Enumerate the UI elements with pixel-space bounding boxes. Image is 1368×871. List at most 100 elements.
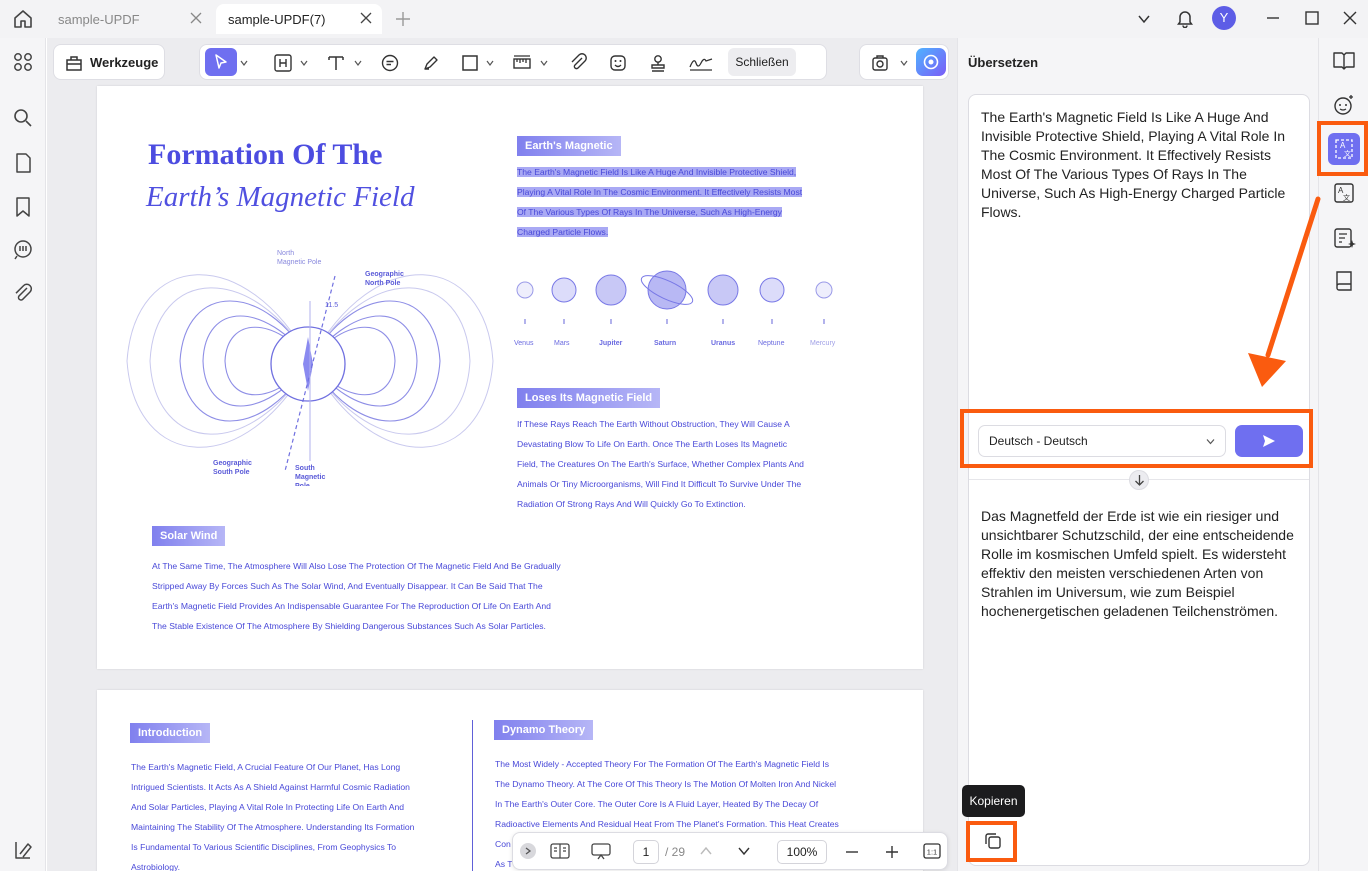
swap-direction-button[interactable] <box>1129 470 1149 490</box>
highlighter-icon[interactable] <box>421 53 441 73</box>
svg-text:South Pole: South Pole <box>213 469 250 476</box>
paragraph-line: Intrigued Scientists. It Acts As A Shiel… <box>131 782 410 792</box>
screenshot-icon[interactable] <box>870 53 890 73</box>
svg-text:South: South <box>295 465 315 472</box>
chevron-down-icon[interactable] <box>300 59 308 67</box>
ai-assistant-button[interactable] <box>916 48 946 76</box>
paragraph-line: The Stable Existence Of The Atmosphere B… <box>152 621 546 631</box>
highlighted-paragraph[interactable]: The Earth's Magnetic Field Is Like A Hug… <box>517 162 803 242</box>
book-icon[interactable] <box>1332 269 1356 293</box>
tab-label: sample-UPDF <box>58 11 140 27</box>
section-title-solar-wind: Solar Wind <box>152 526 226 546</box>
paragraph-line: Of The Various Types Of Rays In The Univ… <box>517 207 782 217</box>
panel-title: Übersetzen <box>968 55 1039 70</box>
chevron-down-icon[interactable] <box>354 59 362 67</box>
planet-label: Saturn <box>654 340 677 347</box>
copy-tooltip: Kopieren <box>962 785 1025 817</box>
title-bar: sample-UPDF sample-UPDF(7) Y <box>0 0 1368 38</box>
bell-icon[interactable] <box>1175 8 1195 28</box>
chevron-down-icon[interactable] <box>1137 12 1151 26</box>
previous-page-icon[interactable] <box>699 845 713 857</box>
svg-text:Pole: Pole <box>295 483 310 486</box>
annotation-arrow-icon <box>1248 196 1321 387</box>
paragraph: If These Rays Reach The Earth Without Ob… <box>517 414 804 514</box>
page-number-input[interactable]: 1 <box>633 840 659 864</box>
thumbnails-icon[interactable] <box>11 50 35 74</box>
toolbox-icon <box>66 56 82 71</box>
comments-icon[interactable] <box>11 238 35 262</box>
chevron-down-icon[interactable] <box>240 59 248 67</box>
section-title-loses-field: Loses Its Magnetic Field <box>517 388 661 408</box>
pages-icon[interactable] <box>11 151 35 175</box>
paragraph-line: The Earth's Magnetic Field, A Crucial Fe… <box>131 762 401 772</box>
page-total: / 29 <box>665 845 686 859</box>
zoom-level-input[interactable]: 100% <box>777 840 827 864</box>
avatar[interactable]: Y <box>1212 6 1236 30</box>
close-window-icon[interactable] <box>1342 10 1358 26</box>
presentation-icon[interactable] <box>591 842 611 860</box>
close-tab-icon[interactable] <box>190 12 202 24</box>
svg-text:Magnetic: Magnetic <box>295 474 325 481</box>
reading-mode-icon[interactable] <box>550 842 570 860</box>
toolbar: Werkzeuge Schließen <box>47 38 957 86</box>
heading-tool-icon[interactable] <box>273 53 293 73</box>
measure-tool-icon[interactable] <box>512 53 532 73</box>
section-title-dynamo-theory: Dynamo Theory <box>494 720 594 740</box>
shape-tool-icon[interactable] <box>460 53 480 73</box>
tab-sample-updf[interactable]: sample-UPDF <box>46 4 212 34</box>
comment-tool-icon[interactable] <box>380 53 400 73</box>
paragraph-line: In The Earth's Outer Core. The Outer Cor… <box>495 799 819 809</box>
paragraph-line: Radioactive Elements And Residual Heat F… <box>495 819 839 829</box>
ai-summary-icon[interactable] <box>1332 226 1356 250</box>
select-tool-button[interactable] <box>205 48 237 76</box>
pdf-page-1[interactable]: Formation Of The Earth’s Magnetic Field <box>97 86 923 669</box>
tools-button[interactable]: Werkzeuge <box>53 44 165 80</box>
layers-icon[interactable] <box>11 838 35 862</box>
reader-icon[interactable] <box>1332 48 1356 72</box>
chevron-down-icon[interactable] <box>540 59 548 67</box>
current-page: 1 <box>642 845 650 859</box>
maximize-icon[interactable] <box>1304 10 1320 26</box>
highlight-box-copy <box>966 821 1017 862</box>
document-viewer[interactable]: Werkzeuge Schließen Formation Of The Ear… <box>47 38 957 871</box>
signature-icon[interactable] <box>688 53 714 73</box>
sticker-icon[interactable] <box>608 53 628 73</box>
home-icon[interactable] <box>12 8 34 30</box>
search-icon[interactable] <box>11 106 35 130</box>
page-title-line1: Formation Of The <box>148 138 383 171</box>
highlight-box-language-row <box>960 409 1313 468</box>
next-page-icon[interactable] <box>737 845 751 857</box>
close-tab-icon[interactable] <box>360 12 372 24</box>
zoom-out-icon[interactable] <box>845 845 859 859</box>
ai-tools-group <box>859 44 949 80</box>
bookmark-icon[interactable] <box>11 195 35 219</box>
zoom-in-icon[interactable] <box>885 845 899 859</box>
new-tab-icon[interactable] <box>395 11 411 27</box>
chevron-down-icon[interactable] <box>900 59 908 67</box>
translate-page-icon[interactable]: A文 <box>1332 181 1356 205</box>
tab-sample-updf-7[interactable]: sample-UPDF(7) <box>216 4 382 34</box>
attachment-icon[interactable] <box>11 282 35 306</box>
text-tool-icon[interactable] <box>326 53 346 73</box>
planet-label: Mars <box>554 340 570 347</box>
paragraph-line: Devastating Blow To Life On Earth. Once … <box>517 439 788 449</box>
chevron-down-icon[interactable] <box>486 59 494 67</box>
paragraph-line: If These Rays Reach The Earth Without Ob… <box>517 419 790 429</box>
ai-chat-icon[interactable] <box>1332 93 1356 117</box>
paragraph: The Earth's Magnetic Field, A Crucial Fe… <box>131 757 414 871</box>
close-edit-button[interactable]: Schließen <box>728 48 796 76</box>
page-navigation-bar: 1 / 29 100% 1:1 <box>512 832 948 870</box>
actual-size-icon[interactable]: 1:1 <box>923 843 941 859</box>
paragraph-line: Stripped Away By Forces Such As The Sola… <box>152 581 543 591</box>
attachment-icon[interactable] <box>568 53 588 73</box>
translated-text[interactable]: Das Magnetfeld der Erde ist wie ein ries… <box>981 507 1299 621</box>
paragraph-line: Playing A Vital Role In The Cosmic Envir… <box>517 187 803 197</box>
stamp-icon[interactable] <box>648 53 668 73</box>
page-title-line2: Earth’s Magnetic Field <box>146 181 415 213</box>
paragraph-line: The Most Widely - Accepted Theory For Th… <box>495 759 830 769</box>
collapse-nav-button[interactable] <box>520 843 536 859</box>
tools-label: Werkzeuge <box>90 55 159 70</box>
minimize-icon[interactable] <box>1265 10 1281 26</box>
cursor-icon <box>215 54 227 69</box>
highlight-box-translate-tab <box>1317 121 1368 176</box>
